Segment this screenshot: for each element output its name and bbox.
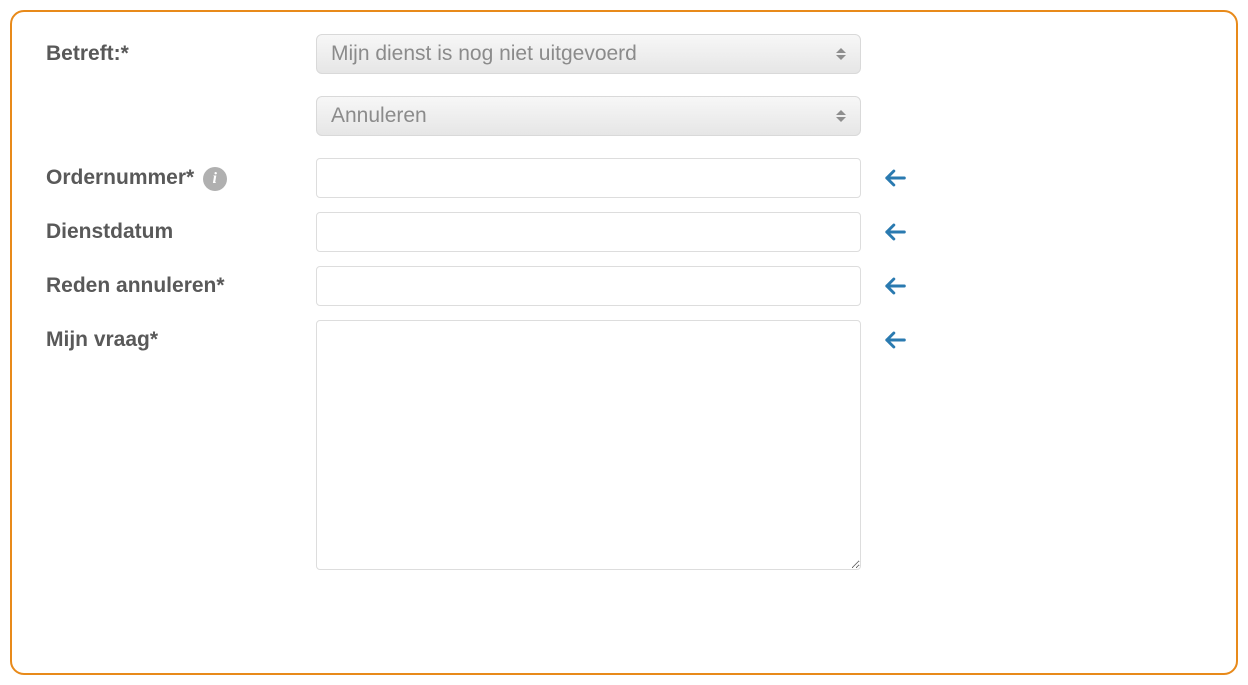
dienstdatum-input[interactable]	[316, 212, 861, 252]
label-col: Betreft:*	[46, 34, 316, 66]
label-col: Ordernummer* i	[46, 158, 316, 192]
field-col: Mijn dienst is nog niet uitgevoerd	[316, 34, 861, 74]
field-col	[316, 320, 861, 570]
row-betreft: Betreft:* Mijn dienst is nog niet uitgev…	[46, 34, 1202, 74]
field-col	[316, 266, 861, 306]
info-icon[interactable]: i	[203, 167, 227, 191]
field-col	[316, 158, 861, 198]
betreft-select[interactable]: Mijn dienst is nog niet uitgevoerd	[316, 34, 861, 74]
arrow-left-icon	[881, 218, 909, 246]
label-col: Mijn vraag*	[46, 320, 316, 352]
row-subselect: Annuleren	[46, 96, 1202, 136]
label-col-empty	[46, 96, 316, 104]
indicator-col	[861, 212, 909, 246]
indicator-col	[861, 266, 909, 300]
updown-icon	[836, 110, 846, 122]
dienstdatum-label: Dienstdatum	[46, 220, 173, 243]
form-panel: Betreft:* Mijn dienst is nog niet uitgev…	[10, 10, 1238, 675]
label-col: Dienstdatum	[46, 212, 316, 244]
row-ordernummer: Ordernummer* i	[46, 158, 1202, 198]
reden-annuleren-input[interactable]	[316, 266, 861, 306]
mijn-vraag-textarea[interactable]	[316, 320, 861, 570]
row-mijnvraag: Mijn vraag*	[46, 320, 1202, 570]
row-reden: Reden annuleren*	[46, 266, 1202, 306]
label-col: Reden annuleren*	[46, 266, 316, 298]
field-col	[316, 212, 861, 252]
field-col: Annuleren	[316, 96, 861, 136]
arrow-left-icon	[881, 272, 909, 300]
reden-label: Reden annuleren*	[46, 274, 225, 297]
indicator-col	[861, 158, 909, 192]
betreft-label: Betreft:*	[46, 42, 129, 65]
betreft-selected-text: Mijn dienst is nog niet uitgevoerd	[331, 42, 637, 66]
indicator-col	[861, 320, 909, 354]
mijnvraag-label: Mijn vraag*	[46, 328, 158, 351]
arrow-left-icon	[881, 164, 909, 192]
ordernummer-label: Ordernummer*	[46, 166, 194, 189]
action-selected-text: Annuleren	[331, 104, 427, 128]
updown-icon	[836, 48, 846, 60]
ordernummer-input[interactable]	[316, 158, 861, 198]
action-select[interactable]: Annuleren	[316, 96, 861, 136]
row-dienstdatum: Dienstdatum	[46, 212, 1202, 252]
arrow-left-icon	[881, 326, 909, 354]
